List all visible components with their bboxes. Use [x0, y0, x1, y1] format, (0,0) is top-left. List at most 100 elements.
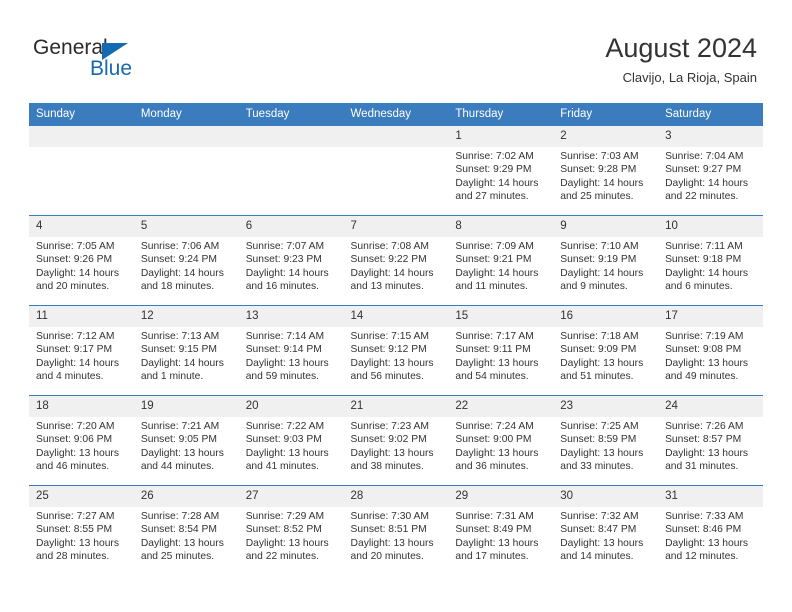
- sunset-text: Sunset: 9:09 PM: [560, 344, 637, 356]
- sunset-text: Sunset: 9:08 PM: [665, 344, 742, 356]
- calendar-day-cell[interactable]: 27 Sunrise: 7:29 AM Sunset: 8:52 PM Dayligh…: [238, 485, 344, 575]
- sunset-text: Sunset: 9:03 PM: [245, 434, 322, 446]
- calendar-day-cell[interactable]: 19 Sunrise: 7:21 AM Sunset: 9:05 PM Dayligh…: [133, 395, 239, 486]
- calendar-day-cell[interactable]: 8 Sunrise: 7:09 AM Sunset: 9:21 PM Daylight…: [448, 215, 554, 306]
- daylight-text: Daylight: 13 hours and 12 minutes.: [665, 537, 749, 562]
- sunset-text: Sunset: 9:24 PM: [140, 254, 217, 266]
- calendar-day-cell[interactable]: 3 Sunrise: 7:04 AM Sunset: 9:27 PM Daylight…: [658, 125, 763, 216]
- sunrise-text: Sunrise: 7:05 AM: [36, 241, 115, 252]
- calendar-day-cell[interactable]: 25 Sunrise: 7:27 AM Sunset: 8:55 PM Dayligh…: [29, 485, 134, 575]
- calendar-day-cell[interactable]: 6 Sunrise: 7:07 AM Sunset: 9:23 PM Daylight…: [238, 215, 344, 306]
- calendar-day-cell[interactable]: 4 Sunrise: 7:05 AM Sunset: 9:26 PM Daylight…: [29, 215, 134, 306]
- day-number: 14: [343, 306, 449, 327]
- calendar-day-cell[interactable]: 15 Sunrise: 7:17 AM Sunset: 9:11 PM Dayligh…: [448, 305, 554, 396]
- daylight-text: Daylight: 13 hours and 28 minutes.: [36, 537, 119, 562]
- calendar-day-cell[interactable]: 31 Sunrise: 7:33 AM Sunset: 8:46 PM Dayligh…: [658, 485, 763, 575]
- calendar-day-cell[interactable]: 9 Sunrise: 7:10 AM Sunset: 9:19 PM Daylight…: [553, 215, 659, 306]
- sunrise-text: Sunrise: 7:20 AM: [36, 421, 115, 432]
- day-details: Sunrise: 7:05 AM Sunset: 9:26 PM Daylight:…: [29, 237, 134, 293]
- calendar-cell-empty: [29, 125, 134, 216]
- calendar-day-cell[interactable]: 10 Sunrise: 7:11 AM Sunset: 9:18 PM Dayligh…: [658, 215, 763, 306]
- calendar-day-cell[interactable]: 2 Sunrise: 7:03 AM Sunset: 9:28 PM Daylight…: [553, 125, 659, 216]
- day-details: Sunrise: 7:19 AM Sunset: 9:08 PM Daylight:…: [658, 327, 763, 383]
- calendar-day-cell[interactable]: 20 Sunrise: 7:22 AM Sunset: 9:03 PM Dayligh…: [238, 395, 344, 486]
- sunset-text: Sunset: 9:02 PM: [350, 434, 427, 446]
- sunset-text: Sunset: 9:21 PM: [455, 254, 532, 266]
- sunrise-text: Sunrise: 7:03 AM: [560, 151, 639, 162]
- calendar-body: 1 Sunrise: 7:02 AM Sunset: 9:29 PM Daylight…: [29, 125, 763, 575]
- day-details: Sunrise: 7:27 AM Sunset: 8:55 PM Daylight:…: [29, 507, 134, 563]
- day-details: Sunrise: 7:09 AM Sunset: 9:21 PM Daylight:…: [448, 237, 553, 293]
- daylight-text: Daylight: 13 hours and 17 minutes.: [455, 537, 539, 562]
- day-number: 27: [238, 486, 344, 507]
- calendar-day-cell[interactable]: 26 Sunrise: 7:28 AM Sunset: 8:54 PM Dayligh…: [133, 485, 239, 575]
- sunrise-text: Sunrise: 7:15 AM: [350, 331, 429, 342]
- day-details: Sunrise: 7:15 AM Sunset: 9:12 PM Daylight:…: [344, 327, 449, 383]
- day-number: 20: [238, 396, 344, 417]
- weekday-header-saturday: Saturday: [658, 103, 763, 126]
- sunset-text: Sunset: 9:11 PM: [455, 344, 531, 356]
- sunrise-text: Sunrise: 7:10 AM: [560, 241, 639, 252]
- sunrise-text: Sunrise: 7:23 AM: [350, 421, 429, 432]
- calendar-day-cell[interactable]: 11 Sunrise: 7:12 AM Sunset: 9:17 PM Dayligh…: [29, 305, 134, 396]
- calendar-day-cell[interactable]: 21 Sunrise: 7:23 AM Sunset: 9:02 PM Dayligh…: [343, 395, 449, 486]
- day-number: 7: [343, 216, 449, 237]
- sunrise-text: Sunrise: 7:11 AM: [665, 241, 743, 252]
- sunrise-sunset-calendar: Sunday Monday Tuesday Wednesday Thursday…: [29, 103, 763, 575]
- sunrise-text: Sunrise: 7:25 AM: [560, 421, 639, 432]
- calendar-day-cell[interactable]: 16 Sunrise: 7:18 AM Sunset: 9:09 PM Dayligh…: [553, 305, 659, 396]
- day-number: 15: [448, 306, 554, 327]
- sunrise-text: Sunrise: 7:33 AM: [665, 511, 744, 522]
- day-number: 31: [658, 486, 763, 507]
- calendar-day-cell[interactable]: 23 Sunrise: 7:25 AM Sunset: 8:59 PM Dayligh…: [553, 395, 659, 486]
- sunrise-text: Sunrise: 7:21 AM: [140, 421, 220, 432]
- calendar-day-cell[interactable]: 1 Sunrise: 7:02 AM Sunset: 9:29 PM Daylight…: [448, 125, 554, 216]
- sunrise-text: Sunrise: 7:29 AM: [245, 511, 325, 522]
- calendar-day-cell[interactable]: 17 Sunrise: 7:19 AM Sunset: 9:08 PM Dayligh…: [658, 305, 763, 396]
- day-details: Sunrise: 7:08 AM Sunset: 9:22 PM Daylight:…: [344, 237, 449, 293]
- calendar-day-cell[interactable]: 28 Sunrise: 7:30 AM Sunset: 8:51 PM Dayligh…: [343, 485, 449, 575]
- sunrise-text: Sunrise: 7:14 AM: [245, 331, 325, 342]
- day-details: Sunrise: 7:25 AM Sunset: 8:59 PM Daylight:…: [553, 417, 658, 473]
- calendar-day-cell[interactable]: 24 Sunrise: 7:26 AM Sunset: 8:57 PM Dayligh…: [658, 395, 763, 486]
- sunrise-text: Sunrise: 7:32 AM: [560, 511, 639, 522]
- location-subtitle: Clavijo, La Rioja, Spain: [622, 70, 757, 85]
- calendar-day-cell[interactable]: 5 Sunrise: 7:06 AM Sunset: 9:24 PM Daylight…: [133, 215, 239, 306]
- day-number: 9: [553, 216, 659, 237]
- calendar-page: General Blue August 2024 Clavijo, La Rio…: [0, 0, 792, 612]
- calendar-day-cell[interactable]: 12 Sunrise: 7:13 AM Sunset: 9:15 PM Dayligh…: [133, 305, 239, 396]
- calendar-day-cell[interactable]: 14 Sunrise: 7:15 AM Sunset: 9:12 PM Dayligh…: [343, 305, 449, 396]
- day-number: 4: [29, 216, 134, 237]
- day-details: Sunrise: 7:07 AM Sunset: 9:23 PM Daylight:…: [239, 237, 344, 293]
- calendar-day-cell[interactable]: 30 Sunrise: 7:32 AM Sunset: 8:47 PM Dayligh…: [553, 485, 659, 575]
- sunset-text: Sunset: 9:23 PM: [245, 254, 322, 266]
- calendar-day-cell[interactable]: 22 Sunrise: 7:24 AM Sunset: 9:00 PM Dayligh…: [448, 395, 554, 486]
- sunset-text: Sunset: 9:29 PM: [455, 164, 532, 176]
- calendar-day-cell[interactable]: 7 Sunrise: 7:08 AM Sunset: 9:22 PM Daylight…: [343, 215, 449, 306]
- logo-text-general: General: [33, 36, 108, 59]
- sunset-text: Sunset: 9:18 PM: [665, 254, 742, 266]
- day-number: 2: [553, 126, 659, 147]
- daylight-text: Daylight: 13 hours and 33 minutes.: [560, 447, 644, 472]
- sunset-text: Sunset: 9:15 PM: [140, 344, 217, 356]
- sunset-text: Sunset: 8:51 PM: [350, 524, 427, 536]
- general-blue-logo[interactable]: General Blue: [33, 37, 213, 85]
- daylight-text: Daylight: 14 hours and 9 minutes.: [560, 267, 644, 292]
- sunset-text: Sunset: 9:19 PM: [560, 254, 637, 266]
- day-number: 3: [658, 126, 763, 147]
- day-number: 29: [448, 486, 554, 507]
- calendar-day-cell[interactable]: 13 Sunrise: 7:14 AM Sunset: 9:14 PM Dayligh…: [238, 305, 344, 396]
- calendar-day-cell[interactable]: 29 Sunrise: 7:31 AM Sunset: 8:49 PM Dayligh…: [448, 485, 554, 575]
- daylight-text: Daylight: 13 hours and 25 minutes.: [140, 537, 224, 562]
- calendar-cell-empty: [238, 125, 344, 216]
- day-number: 1: [448, 126, 554, 147]
- daylight-text: Daylight: 14 hours and 4 minutes.: [36, 357, 119, 382]
- sunset-text: Sunset: 9:05 PM: [140, 434, 217, 446]
- calendar-day-cell[interactable]: 18 Sunrise: 7:20 AM Sunset: 9:06 PM Dayligh…: [29, 395, 134, 486]
- day-details: Sunrise: 7:26 AM Sunset: 8:57 PM Daylight:…: [658, 417, 763, 473]
- daylight-text: Daylight: 14 hours and 20 minutes.: [36, 267, 119, 292]
- day-details: Sunrise: 7:21 AM Sunset: 9:05 PM Daylight:…: [134, 417, 239, 473]
- sunrise-text: Sunrise: 7:02 AM: [455, 151, 534, 162]
- sunrise-text: Sunrise: 7:06 AM: [140, 241, 220, 252]
- daylight-text: Daylight: 14 hours and 18 minutes.: [140, 267, 224, 292]
